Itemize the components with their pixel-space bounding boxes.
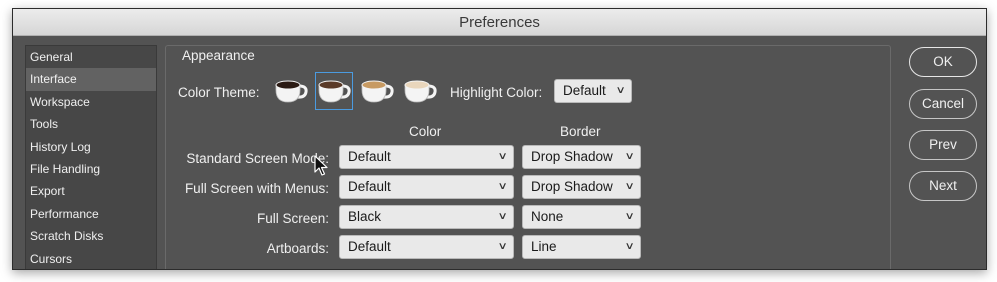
cup-graphic: [318, 80, 351, 103]
standard-screen-mode-label: Standard Screen Mode:: [186, 151, 329, 166]
highlight-color-label: Highlight Color:: [450, 85, 543, 100]
select-value: Default: [348, 179, 391, 194]
sidebar-item-cursors[interactable]: Cursors: [26, 248, 156, 269]
full-screen-with-menus-label: Full Screen with Menus:: [184, 181, 329, 196]
standard-screen-mode-border-select[interactable]: Drop Shadow ∨: [522, 145, 641, 169]
sidebar-item-general[interactable]: General: [26, 46, 156, 68]
sidebar-item-file-handling[interactable]: File Handling: [26, 158, 156, 180]
chevron-down-icon: ∨: [497, 211, 508, 222]
artboards-border-select[interactable]: Line ∨: [522, 235, 641, 259]
full-screen-with-menus-border-select[interactable]: Drop Shadow ∨: [522, 175, 641, 199]
chevron-down-icon: ∨: [624, 181, 635, 192]
highlight-color-value: Default: [563, 83, 606, 98]
standard-screen-mode-color-select[interactable]: Default ∨: [339, 145, 514, 169]
cup-graphic: [404, 80, 437, 103]
select-value: None: [531, 209, 564, 224]
artboards-label: Artboards:: [266, 241, 329, 256]
mouse-pointer-icon: [314, 155, 328, 176]
full-screen-border-select[interactable]: None ∨: [522, 205, 641, 229]
sidebar-item-export[interactable]: Export: [26, 180, 156, 202]
chevron-down-icon: ∨: [615, 85, 626, 96]
sidebar-item-performance[interactable]: Performance: [26, 203, 156, 225]
sidebar-item-workspace[interactable]: Workspace: [26, 91, 156, 113]
ok-button[interactable]: OK: [909, 47, 977, 77]
sidebar-item-interface[interactable]: Interface: [26, 68, 156, 91]
highlight-color-select[interactable]: Default ∨: [554, 79, 632, 103]
preferences-window: Preferences General Interface Workspace …: [12, 8, 987, 270]
select-value: Default: [348, 149, 391, 164]
sidebar: General Interface Workspace Tools Histor…: [25, 45, 157, 269]
cancel-button[interactable]: Cancel: [909, 89, 977, 119]
coffee-cup-dark-icon[interactable]: [315, 72, 353, 110]
full-screen-label: Full Screen:: [256, 211, 329, 226]
window-title: Preferences: [13, 9, 986, 36]
sidebar-item-history-log[interactable]: History Log: [26, 136, 156, 158]
next-button[interactable]: Next: [909, 171, 977, 201]
select-value: Black: [348, 209, 382, 224]
column-header-color: Color: [409, 124, 442, 139]
coffee-cup-darkest-icon[interactable]: [272, 72, 310, 110]
appearance-title: Appearance: [176, 47, 261, 65]
color-theme-label: Color Theme:: [178, 85, 260, 100]
coffee-cup-medium-icon[interactable]: [358, 72, 396, 110]
select-value: Drop Shadow: [531, 149, 613, 164]
cup-graphic: [361, 80, 394, 103]
chevron-down-icon: ∨: [624, 151, 635, 162]
artboards-color-select[interactable]: Default ∨: [339, 235, 514, 259]
sidebar-item-tools[interactable]: Tools: [26, 113, 156, 135]
chevron-down-icon: ∨: [497, 241, 508, 252]
prev-button[interactable]: Prev: [909, 130, 977, 160]
chevron-down-icon: ∨: [497, 151, 508, 162]
chevron-down-icon: ∨: [624, 241, 635, 252]
column-header-border: Border: [560, 124, 601, 139]
select-value: Line: [531, 239, 557, 254]
chevron-down-icon: ∨: [624, 211, 635, 222]
sidebar-item-scratch-disks[interactable]: Scratch Disks: [26, 225, 156, 247]
full-screen-color-select[interactable]: Black ∨: [339, 205, 514, 229]
full-screen-with-menus-color-select[interactable]: Default ∨: [339, 175, 514, 199]
chevron-down-icon: ∨: [497, 181, 508, 192]
cup-graphic: [275, 80, 308, 103]
coffee-cup-light-icon[interactable]: [401, 72, 439, 110]
select-value: Default: [348, 239, 391, 254]
select-value: Drop Shadow: [531, 179, 613, 194]
